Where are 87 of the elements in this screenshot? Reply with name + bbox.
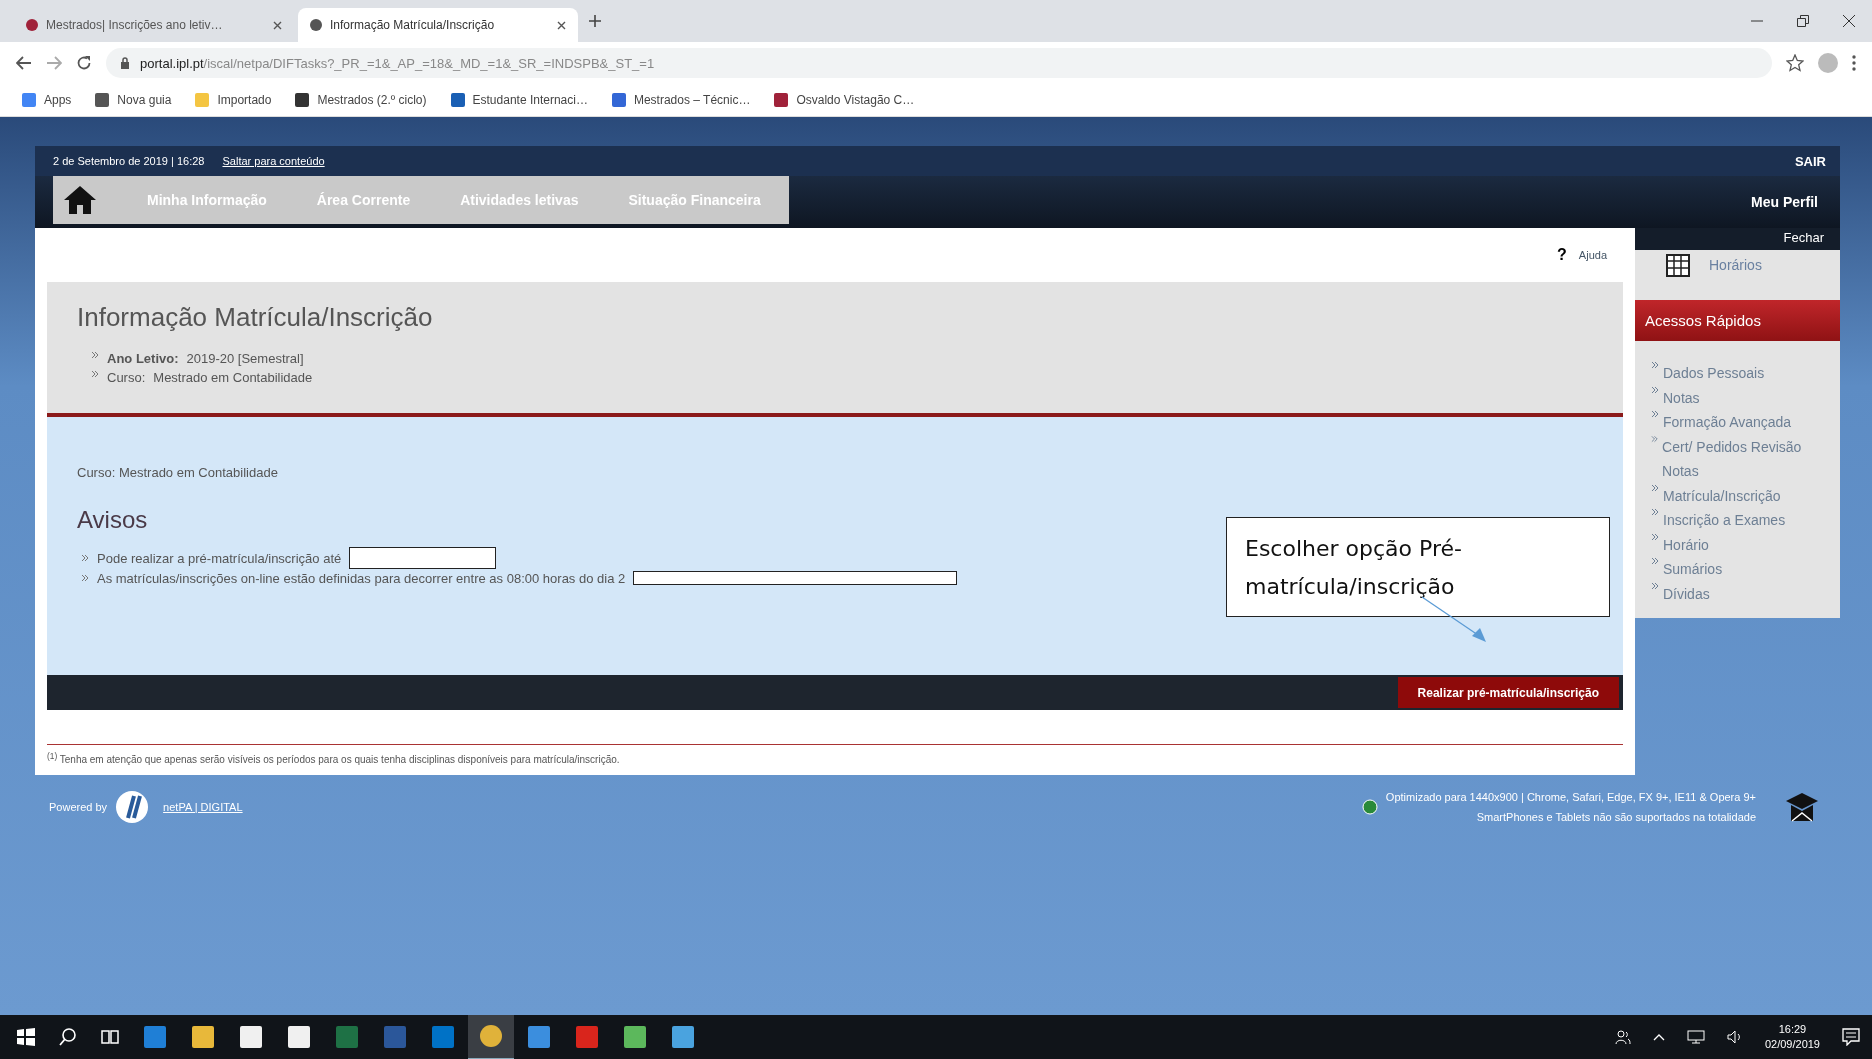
detail-value: 2019-20 [Semestral] bbox=[186, 351, 304, 366]
app-icon bbox=[528, 1026, 550, 1048]
bookmark-icon bbox=[95, 93, 110, 107]
app-icon bbox=[672, 1026, 694, 1048]
home-icon[interactable] bbox=[63, 184, 97, 216]
bookmark[interactable]: Estudante Internaci… bbox=[450, 93, 588, 107]
chevron-icon[interactable] bbox=[1652, 1033, 1665, 1041]
bookmark[interactable]: Nova guia bbox=[95, 93, 172, 107]
bullet-icon bbox=[1651, 532, 1659, 541]
close-icon[interactable] bbox=[273, 20, 282, 30]
app-icon bbox=[432, 1026, 454, 1048]
bookmark[interactable]: Mestrados – Técnic… bbox=[611, 93, 751, 107]
quick-access-header: Acessos Rápidos bbox=[1635, 300, 1840, 341]
compatibility-text: SmartPhones e Tablets não são suportados na totalidade bbox=[1475, 810, 1756, 826]
bullet-icon bbox=[1651, 483, 1659, 492]
app-icon bbox=[192, 1026, 214, 1048]
help-link[interactable]: Ajuda bbox=[1578, 249, 1607, 261]
bookmark[interactable]: Osvaldo Vistagão C… bbox=[774, 93, 915, 107]
bookmark-icon bbox=[22, 93, 36, 107]
menu-icon[interactable] bbox=[1852, 55, 1856, 71]
app-icon bbox=[480, 1025, 502, 1047]
help-icon[interactable]: ? bbox=[1557, 246, 1567, 264]
skip-link[interactable]: Saltar para conteúdo bbox=[222, 155, 325, 167]
app-icon bbox=[288, 1026, 310, 1048]
profile-link[interactable]: Meu Perfil bbox=[1751, 194, 1818, 210]
page-title: Informação Matrícula/Inscrição bbox=[77, 302, 434, 333]
bookmark[interactable]: Apps bbox=[22, 93, 72, 107]
detail-label: Ano Letivo: bbox=[107, 351, 179, 366]
detail-label: Curso: bbox=[107, 370, 146, 385]
bookmark-icon bbox=[450, 93, 465, 107]
bookmark-icon bbox=[611, 93, 626, 107]
bullet-icon bbox=[81, 554, 89, 562]
bullet-icon bbox=[1651, 557, 1659, 565]
browser-tab[interactable]: Informação Matrícula/Inscrição bbox=[298, 8, 578, 42]
bookmark[interactable]: Importado bbox=[195, 93, 272, 107]
back-icon[interactable] bbox=[16, 56, 32, 70]
annotation-callout: Escolher opção Pré- matrícula/inscrição bbox=[1226, 517, 1610, 617]
bookmark-icon bbox=[774, 93, 789, 107]
bullet-icon bbox=[91, 370, 99, 378]
task-view-icon[interactable] bbox=[100, 1027, 120, 1047]
footnote: $^{(1)}$ Tenha em atenção que apenas serão visíveis os períodos para os quais tenha disciplinas disponíveis para matrícula/inscrição. bbox=[47, 744, 1623, 766]
app-icon bbox=[336, 1026, 358, 1048]
app-icon bbox=[576, 1026, 598, 1048]
pre-enrolment-button[interactable]: Realizar pré-matrícula/inscrição bbox=[1397, 677, 1619, 708]
clock-time: 16:29 bbox=[1778, 1022, 1807, 1037]
notification-icon[interactable] bbox=[1842, 1028, 1860, 1046]
new-tab-icon[interactable] bbox=[588, 14, 602, 28]
search-icon[interactable] bbox=[58, 1027, 78, 1047]
windows-icon[interactable] bbox=[16, 1027, 36, 1047]
app-icon bbox=[240, 1026, 262, 1048]
address-bar[interactable]: portal.ipl.pt/iscal/netpa/DIFTasks?_PR_=1&_AP_=18&_MD_=1&_SR_=INDSPB&_ST_=1 bbox=[106, 48, 1772, 78]
bullet-icon bbox=[81, 574, 89, 582]
reload-icon[interactable] bbox=[76, 55, 92, 71]
bookmark[interactable]: Mestrados (2.º ciclo) bbox=[295, 93, 427, 107]
app-icon bbox=[624, 1026, 646, 1048]
notice-text: Pode realizar a pré-matrícula/inscrição até bbox=[97, 550, 342, 566]
volume-icon[interactable] bbox=[1726, 1030, 1743, 1044]
section-title: Avisos bbox=[77, 506, 149, 534]
people-icon[interactable] bbox=[1614, 1029, 1631, 1045]
close-icon[interactable] bbox=[557, 20, 566, 30]
bullet-icon bbox=[1651, 434, 1659, 443]
network-icon[interactable] bbox=[1686, 1030, 1705, 1044]
lock-icon bbox=[120, 57, 130, 69]
bullet-icon bbox=[1651, 361, 1659, 369]
logo-icon bbox=[115, 790, 150, 825]
bullet-icon bbox=[1651, 508, 1659, 516]
course-text: Curso: Mestrado em Contabilidade bbox=[77, 465, 279, 480]
bookmark-icon bbox=[295, 93, 310, 107]
bullet-icon bbox=[91, 351, 99, 359]
bullet-icon bbox=[1651, 385, 1659, 394]
close-link[interactable]: Fechar bbox=[1783, 230, 1824, 245]
notice-text: As matrículas/inscrições on-line estão definidas para decorrer entre as 08:00 horas do dia 2 bbox=[97, 570, 626, 586]
bullet-icon bbox=[1651, 581, 1659, 590]
favicon-icon bbox=[310, 19, 322, 31]
bullet-icon bbox=[1651, 410, 1659, 418]
compatibility-text: Optimizado para 1440x900 | Chrome, Safari, Edge, FX 9+, IE11 & Opera 9+ bbox=[1385, 790, 1756, 806]
clock-date: 02/09/2019 bbox=[1764, 1037, 1820, 1052]
browser-tab[interactable]: Mestrados| Inscrições ano letiv… bbox=[14, 8, 294, 42]
app-icon bbox=[144, 1026, 166, 1048]
star-icon[interactable] bbox=[1786, 54, 1804, 72]
favicon-icon bbox=[26, 19, 38, 31]
date-text: 2 de Setembro de 2019 | 16:28 bbox=[53, 155, 205, 167]
app-icon bbox=[384, 1026, 406, 1048]
detail-value: Mestrado em Contabilidade bbox=[153, 370, 313, 385]
logout-link[interactable]: SAIR bbox=[1794, 153, 1826, 169]
powered-by-text: Powered by bbox=[49, 801, 108, 814]
bookmark-icon bbox=[195, 93, 210, 107]
